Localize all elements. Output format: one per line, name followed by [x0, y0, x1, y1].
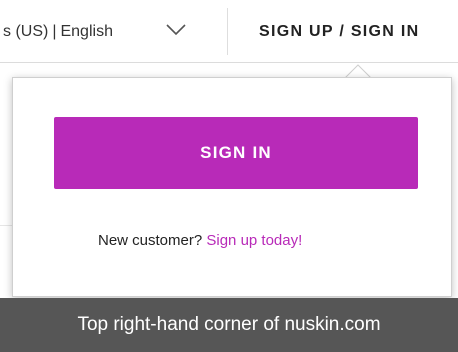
sign-in-popup: SIGN IN New customer? Sign up today!	[12, 77, 452, 297]
sign-in-button[interactable]: SIGN IN	[54, 117, 418, 189]
background-line	[0, 225, 12, 226]
caption-bar: Top right-hand corner of nuskin.com	[0, 298, 458, 352]
chevron-down-icon[interactable]	[165, 23, 187, 37]
language-label: English	[60, 22, 113, 40]
locale-separator: |	[52, 22, 57, 40]
sign-up-today-link[interactable]: Sign up today!	[206, 232, 302, 249]
new-customer-label: New customer?	[98, 232, 207, 249]
region-label: s (US)	[3, 22, 49, 40]
new-customer-row: New customer? Sign up today!	[13, 232, 453, 249]
sign-up-sign-in-link[interactable]: SIGN UP / SIGN IN	[259, 0, 420, 63]
locale-selector[interactable]: s (US) | English	[0, 0, 227, 63]
top-nav-bar: s (US) | English SIGN UP / SIGN IN	[0, 0, 458, 63]
nav-divider	[227, 8, 228, 55]
caption-text: Top right-hand corner of nuskin.com	[77, 314, 381, 335]
